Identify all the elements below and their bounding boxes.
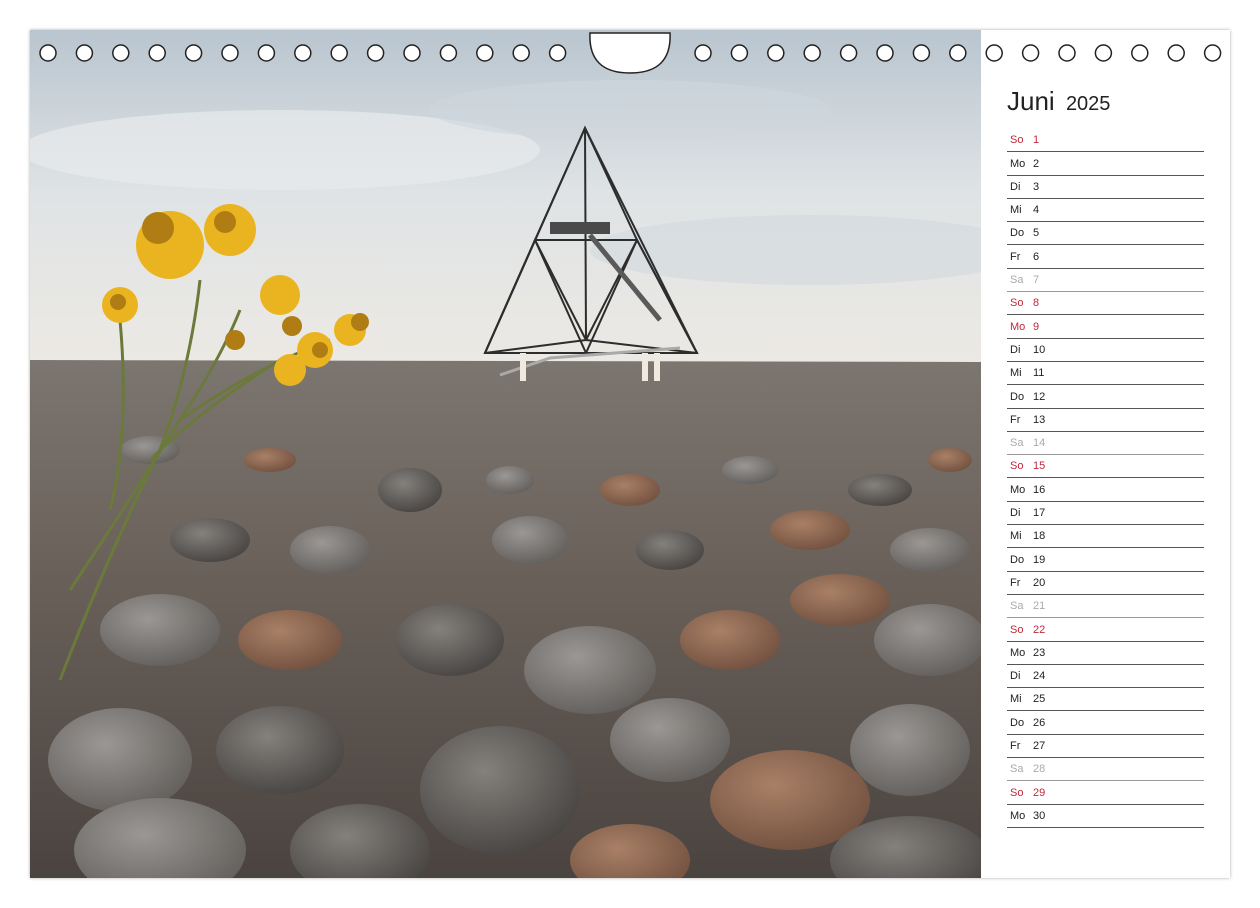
- day-name: Fr: [1010, 740, 1021, 753]
- day-number: 27: [1033, 740, 1046, 753]
- year-label: 2025: [1065, 93, 1111, 115]
- day-row: Do 26: [1007, 711, 1204, 735]
- day-name: Sa: [1010, 763, 1024, 776]
- day-name: So: [1010, 134, 1024, 147]
- day-row: Sa 28: [1007, 758, 1204, 782]
- day-row: Mi 25: [1007, 688, 1204, 712]
- day-name: Mi: [1010, 367, 1022, 380]
- day-row: Di 24: [1007, 665, 1204, 689]
- day-row: Sa 21: [1007, 595, 1204, 619]
- day-row: Di 3: [1007, 176, 1204, 199]
- day-row: Fr 6: [1007, 245, 1204, 269]
- day-number: 21: [1033, 600, 1046, 613]
- day-name: Fr: [1010, 576, 1021, 589]
- day-number: 24: [1033, 670, 1046, 683]
- day-name: Mo: [1010, 809, 1026, 822]
- day-number: 8: [1033, 297, 1040, 310]
- day-name: Mo: [1010, 320, 1026, 333]
- day-row: Do 5: [1007, 222, 1204, 246]
- day-number: 5: [1033, 227, 1040, 240]
- day-name: Mo: [1010, 483, 1026, 496]
- day-name: Do: [1010, 390, 1025, 403]
- day-row: So 8: [1007, 292, 1204, 316]
- day-row: Sa 14: [1007, 432, 1204, 456]
- day-number: 30: [1033, 809, 1046, 822]
- day-name: Mi: [1010, 530, 1022, 543]
- day-number: 9: [1033, 320, 1040, 333]
- day-number: 17: [1033, 507, 1046, 520]
- day-name: Do: [1010, 553, 1025, 566]
- day-row: Sa 7: [1007, 269, 1204, 293]
- calendar-sidebar: Juni 2025 So 1 Mo 2 Di 3 Mi 4 Do 5 Fr 6 Sa 7 So 8 Mo 9 Di 1…: [981, 30, 1230, 878]
- day-row: Mo 16: [1007, 478, 1204, 502]
- day-row: Do 19: [1007, 548, 1204, 572]
- day-name: So: [1010, 786, 1024, 799]
- day-name: Mo: [1010, 646, 1026, 659]
- day-row: Mi 4: [1007, 199, 1204, 223]
- day-number: 4: [1033, 204, 1040, 217]
- day-row: So 1: [1007, 129, 1204, 153]
- day-number: 2: [1033, 157, 1040, 170]
- day-name: Fr: [1010, 250, 1021, 263]
- day-name: So: [1010, 297, 1024, 310]
- day-row: Fr 20: [1007, 572, 1204, 595]
- day-number: 22: [1033, 623, 1046, 636]
- day-number: 13: [1033, 413, 1046, 426]
- day-row: Mi 11: [1007, 362, 1204, 386]
- day-name: Fr: [1010, 413, 1021, 426]
- day-number: 14: [1033, 437, 1046, 450]
- day-number: 11: [1033, 367, 1045, 380]
- calendar-page: Juni 2025 So 1 Mo 2 Di 3 Mi 4 Do 5 Fr 6 Sa 7 So 8 Mo 9 Di 1…: [30, 30, 1230, 878]
- day-row: So 22: [1007, 618, 1204, 642]
- day-row: Di 17: [1007, 502, 1204, 526]
- calendar-photo: [30, 30, 981, 878]
- day-name: Do: [1010, 716, 1025, 729]
- day-number: 18: [1033, 530, 1046, 543]
- day-number: 15: [1033, 460, 1046, 473]
- day-name: Sa: [1010, 437, 1024, 450]
- day-number: 1: [1033, 134, 1040, 147]
- day-row: So 15: [1007, 455, 1204, 479]
- day-name: So: [1010, 623, 1024, 636]
- day-name: Sa: [1010, 600, 1024, 613]
- day-row: Do 12: [1007, 385, 1204, 409]
- day-number: 23: [1033, 646, 1046, 659]
- month-name: Juni: [1007, 86, 1055, 116]
- day-number: 12: [1033, 390, 1046, 403]
- day-number: 16: [1033, 483, 1046, 496]
- day-name: Mi: [1010, 693, 1022, 706]
- day-number: 3: [1033, 180, 1040, 193]
- day-name: Sa: [1010, 274, 1024, 287]
- day-row: Mo 2: [1007, 152, 1204, 176]
- day-row: Mo 30: [1007, 805, 1204, 828]
- day-name: Di: [1010, 180, 1021, 193]
- day-row: Fr 27: [1007, 735, 1204, 759]
- day-row: Mo 23: [1007, 642, 1204, 665]
- day-row: Mo 9: [1007, 315, 1204, 339]
- month-title: Juni 2025: [1007, 86, 1110, 117]
- day-row: So 29: [1007, 781, 1204, 805]
- landscape-image: [30, 30, 981, 878]
- day-list: So 1 Mo 2 Di 3 Mi 4 Do 5 Fr 6 Sa 7 So 8 Mo 9 Di 10 Mi 11 Do 12 F…: [1007, 129, 1204, 828]
- day-number: 19: [1033, 553, 1046, 566]
- day-name: Do: [1010, 227, 1025, 240]
- day-name: Di: [1010, 343, 1021, 356]
- day-number: 6: [1033, 250, 1040, 263]
- day-number: 10: [1033, 343, 1046, 356]
- day-number: 26: [1033, 716, 1046, 729]
- day-name: Mi: [1010, 204, 1022, 217]
- day-number: 25: [1033, 693, 1046, 706]
- day-name: Mo: [1010, 157, 1026, 170]
- day-number: 28: [1033, 763, 1046, 776]
- day-row: Mi 18: [1007, 525, 1204, 549]
- day-name: Di: [1010, 507, 1021, 520]
- day-row: Fr 13: [1007, 409, 1204, 432]
- day-name: So: [1010, 460, 1024, 473]
- day-number: 7: [1033, 274, 1040, 287]
- day-row: Di 10: [1007, 339, 1204, 362]
- day-number: 29: [1033, 786, 1046, 799]
- day-name: Di: [1010, 670, 1021, 683]
- day-number: 20: [1033, 576, 1046, 589]
